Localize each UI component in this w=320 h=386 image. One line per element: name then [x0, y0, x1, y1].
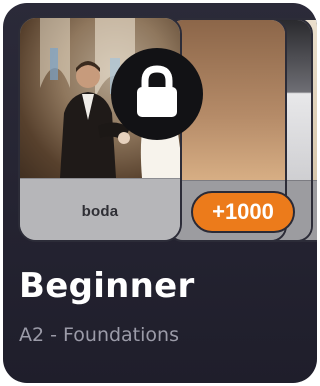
level-subtitle: A2 - Foundations: [19, 324, 179, 346]
lock-icon: [134, 64, 180, 125]
points-badge: +1000: [191, 191, 295, 233]
card-word: boda: [81, 203, 119, 220]
card-word-area: boda: [20, 178, 180, 240]
level-title: Beginner: [19, 266, 195, 306]
points-badge-label: +1000: [212, 199, 274, 224]
lock-overlay: [111, 48, 203, 140]
level-card[interactable]: boda +1000 Beginner A2 - Foundations: [3, 3, 317, 383]
